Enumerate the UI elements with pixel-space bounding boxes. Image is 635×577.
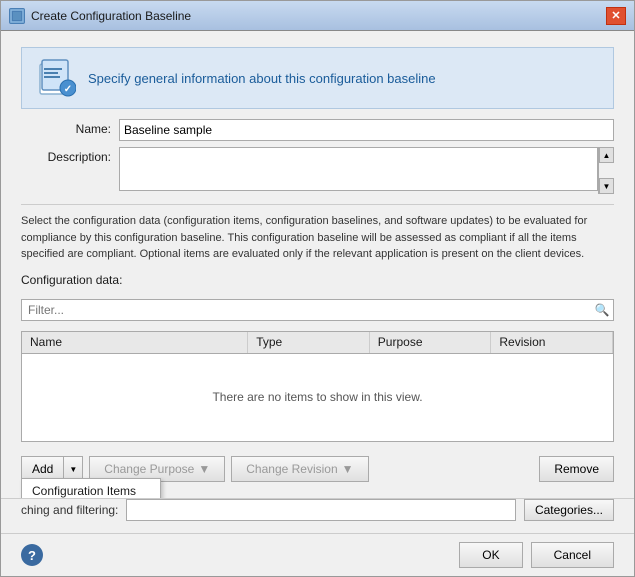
description-row: Description: ▲ ▼ bbox=[21, 147, 614, 194]
change-revision-arrow: ▼ bbox=[342, 462, 354, 476]
description-input[interactable] bbox=[119, 147, 598, 191]
remove-button[interactable]: Remove bbox=[539, 456, 614, 482]
remove-label: Remove bbox=[554, 462, 599, 476]
description-scrollbar[interactable]: ▲ ▼ bbox=[598, 147, 614, 194]
main-content: ✓ Specify general information about this… bbox=[1, 31, 634, 498]
cancel-label: Cancel bbox=[554, 548, 591, 562]
ok-button[interactable]: OK bbox=[459, 542, 522, 568]
name-row: Name: bbox=[21, 119, 614, 141]
change-purpose-label: Change Purpose bbox=[104, 462, 194, 476]
header-section: ✓ Specify general information about this… bbox=[21, 47, 614, 109]
scroll-up-btn[interactable]: ▲ bbox=[599, 147, 614, 163]
info-text: Select the configuration data (configura… bbox=[21, 204, 614, 263]
description-wrapper: ▲ ▼ bbox=[119, 147, 614, 194]
window-title: Create Configuration Baseline bbox=[31, 9, 191, 23]
dropdown-item-config-items[interactable]: Configuration Items bbox=[22, 479, 160, 498]
empty-message: There are no items to show in this view. bbox=[212, 390, 422, 404]
change-revision-label: Change Revision bbox=[246, 462, 337, 476]
cancel-button[interactable]: Cancel bbox=[531, 542, 614, 568]
close-button[interactable]: ✕ bbox=[606, 7, 626, 25]
categories-label: Categories... bbox=[535, 503, 603, 517]
main-window: Create Configuration Baseline ✕ ✓ Specif… bbox=[0, 0, 635, 577]
col-purpose: Purpose bbox=[370, 332, 492, 353]
form-section: Name: Description: ▲ ▼ bbox=[21, 119, 614, 194]
change-revision-button[interactable]: Change Revision ▼ bbox=[231, 456, 368, 482]
filter-row: 🔍 bbox=[21, 299, 614, 321]
description-label: Description: bbox=[21, 147, 111, 164]
categories-button[interactable]: Categories... bbox=[524, 499, 614, 521]
scroll-track bbox=[599, 163, 614, 178]
change-purpose-arrow: ▼ bbox=[198, 462, 210, 476]
window-icon bbox=[9, 8, 25, 24]
filter-input[interactable] bbox=[22, 301, 591, 319]
col-revision: Revision bbox=[491, 332, 613, 353]
col-name: Name bbox=[22, 332, 248, 353]
bottom-section: ching and filtering: Categories... bbox=[1, 498, 634, 533]
table-body: There are no items to show in this view. bbox=[22, 354, 613, 442]
table-header: Name Type Purpose Revision bbox=[22, 332, 613, 354]
search-input[interactable] bbox=[126, 499, 516, 521]
search-label: ching and filtering: bbox=[21, 503, 118, 517]
header-text: Specify general information about this c… bbox=[88, 71, 436, 86]
header-icon: ✓ bbox=[36, 58, 76, 98]
name-input[interactable] bbox=[119, 119, 614, 141]
scroll-down-btn[interactable]: ▼ bbox=[599, 178, 614, 194]
svg-text:✓: ✓ bbox=[64, 84, 72, 95]
search-section: ching and filtering: Categories... bbox=[21, 499, 614, 521]
titlebar: Create Configuration Baseline ✕ bbox=[1, 1, 634, 31]
search-icon: 🔍 bbox=[591, 300, 613, 320]
add-dropdown-menu: Configuration Items Software Updates Con… bbox=[21, 478, 161, 498]
titlebar-left: Create Configuration Baseline bbox=[9, 8, 191, 24]
ok-label: OK bbox=[482, 548, 499, 562]
name-label: Name: bbox=[21, 119, 111, 136]
config-table: Name Type Purpose Revision There are no … bbox=[21, 331, 614, 443]
footer-left: ? bbox=[21, 544, 43, 566]
footer: ? OK Cancel bbox=[1, 533, 634, 576]
config-data-label: Configuration data: bbox=[21, 273, 614, 287]
col-type: Type bbox=[248, 332, 370, 353]
btn-section: Add ▼ Change Purpose ▼ Change Revision ▼… bbox=[21, 452, 614, 482]
help-icon[interactable]: ? bbox=[21, 544, 43, 566]
